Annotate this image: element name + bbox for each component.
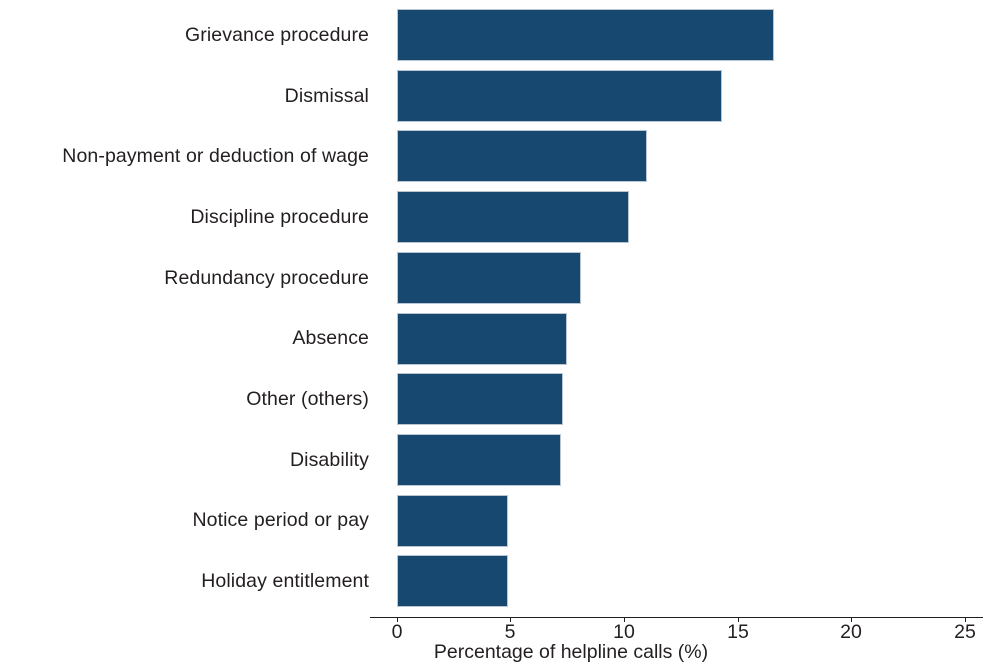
category-label: Dismissal bbox=[284, 84, 369, 107]
bar-row: Holiday entitlement bbox=[201, 551, 965, 612]
category-label: Disability bbox=[289, 448, 369, 471]
bar[interactable] bbox=[397, 494, 509, 547]
bar-row: Grievance procedure bbox=[185, 5, 965, 66]
bar[interactable] bbox=[397, 555, 509, 608]
category-label: Non-payment or deduction of wage bbox=[62, 145, 369, 168]
bar[interactable] bbox=[397, 9, 775, 61]
category-label: Grievance procedure bbox=[185, 23, 369, 46]
category-label: Absence bbox=[292, 327, 369, 350]
bar-row: Discipline procedure bbox=[190, 187, 965, 248]
bar-row: Dismissal bbox=[285, 66, 965, 127]
bar[interactable] bbox=[397, 130, 647, 183]
bar[interactable] bbox=[397, 373, 563, 426]
bar[interactable] bbox=[397, 433, 561, 486]
x-axis-title-wrapper: Percentage of helpline calls (%) bbox=[0, 641, 1000, 664]
bar[interactable] bbox=[397, 69, 722, 122]
bar[interactable] bbox=[397, 312, 568, 365]
bar-chart: Grievance procedure Dismissal Non-paymen… bbox=[0, 0, 1000, 667]
x-axis-line bbox=[370, 617, 983, 618]
category-label: Other (others) bbox=[246, 388, 369, 411]
bar-row: Other (others) bbox=[246, 369, 965, 430]
x-axis-title: Percentage of helpline calls (%) bbox=[433, 641, 709, 663]
bar-row: Disability bbox=[290, 430, 965, 491]
category-label: Holiday entitlement bbox=[201, 570, 369, 593]
bar-row: Non-payment or deduction of wage bbox=[62, 126, 965, 187]
bar[interactable] bbox=[397, 191, 629, 244]
category-label: Discipline procedure bbox=[190, 205, 369, 228]
bar-row: Notice period or pay bbox=[192, 491, 965, 552]
bar[interactable] bbox=[397, 251, 582, 304]
category-label: Redundancy procedure bbox=[164, 266, 369, 289]
plot-area: Grievance procedure Dismissal Non-paymen… bbox=[62, 5, 965, 617]
category-label: Notice period or pay bbox=[192, 509, 369, 532]
bar-row: Redundancy procedure bbox=[164, 248, 965, 309]
bar-row: Absence bbox=[292, 309, 965, 370]
